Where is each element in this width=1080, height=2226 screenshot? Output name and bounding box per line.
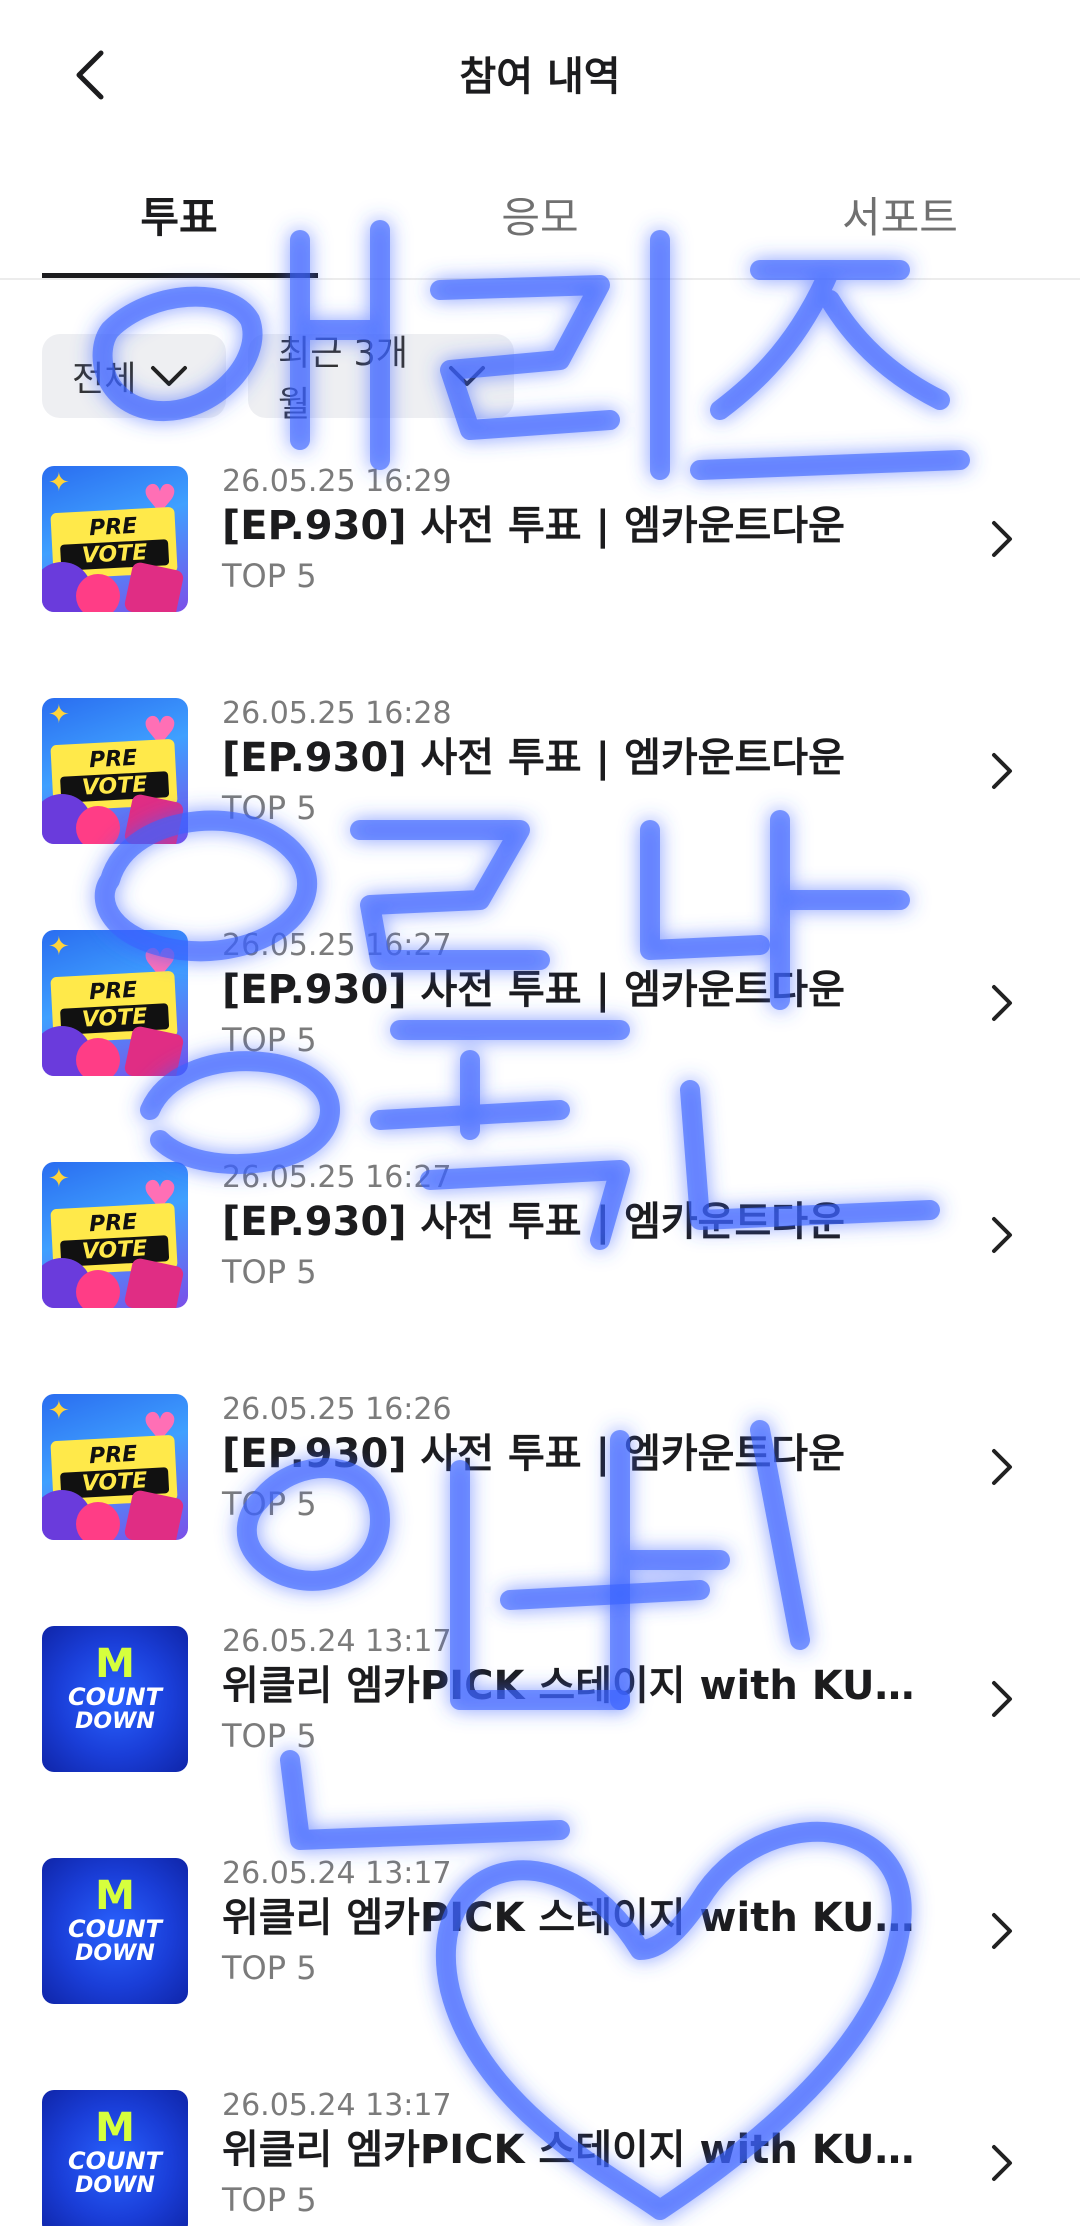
decor-shape xyxy=(76,574,120,612)
tab-apply[interactable]: 응모 xyxy=(405,184,675,245)
countdown-logo-count: COUNT xyxy=(68,2147,162,2175)
chevron-right-icon[interactable] xyxy=(984,1442,1020,1492)
item-title: [EP.930] 사전 투표 | 엠카운트다운 xyxy=(222,503,845,549)
chevron-right-icon[interactable] xyxy=(984,514,1020,564)
item-meta: 26.05.25 16:29 [EP.930] 사전 투표 | 엠카운트다운 TOP… xyxy=(222,464,942,598)
decor-shape xyxy=(76,806,120,844)
prevote-thumbnail: ✦ ♥ PRE VOTE xyxy=(42,698,188,844)
item-meta: 26.05.25 16:28 [EP.930] 사전 투표 | 엠카운트다운 TOP… xyxy=(222,696,942,830)
countdown-thumbnail: M COUNT DOWN xyxy=(42,1858,188,2004)
prevote-thumbnail: ✦ ♥ PRE VOTE xyxy=(42,930,188,1076)
chevron-right-icon[interactable] xyxy=(984,978,1020,1028)
item-date: 26.05.25 16:29 xyxy=(222,464,452,499)
sparkle-icon: ✦ xyxy=(48,1164,70,1194)
countdown-thumbnail: M COUNT DOWN xyxy=(42,1626,188,1772)
item-date: 26.05.24 13:17 xyxy=(222,1856,452,1891)
prevote-thumbnail: ✦ ♥ PRE VOTE xyxy=(42,1162,188,1308)
filter-period-label: 최근 3개월 xyxy=(278,334,408,425)
filter-period-dropdown[interactable]: 최근 3개월 xyxy=(248,334,514,425)
item-title: [EP.930] 사전 투표 | 엠카운트다운 xyxy=(222,1431,845,1477)
item-date: 26.05.25 16:27 xyxy=(222,928,452,963)
chevron-down-icon xyxy=(150,364,188,388)
chevron-right-icon[interactable] xyxy=(984,1210,1020,1260)
sparkle-icon: ✦ xyxy=(48,1396,70,1426)
chevron-down-icon xyxy=(448,364,486,388)
chevron-right-icon[interactable] xyxy=(984,746,1020,796)
item-date: 26.05.25 16:27 xyxy=(222,1160,452,1195)
item-meta: 26.05.24 13:17 위클리 엠카PICK 스테이지 with KURAT… xyxy=(222,2088,942,2222)
countdown-logo-down: DOWN xyxy=(75,2173,155,2198)
countdown-logo-m: M xyxy=(95,1641,135,1687)
item-meta: 26.05.24 13:17 위클리 엠카PICK 스테이지 with KURAT… xyxy=(222,1624,942,1758)
item-title: 위클리 엠카PICK 스테이지 with KURAT... xyxy=(222,2127,942,2173)
item-rank: TOP 5 xyxy=(222,2181,317,2219)
chevron-right-icon[interactable] xyxy=(984,1906,1020,1956)
active-tab-indicator xyxy=(42,273,318,278)
chevron-right-icon[interactable] xyxy=(984,1674,1020,1724)
tab-bar: 투표 응모 서포트 xyxy=(0,160,1080,280)
prevote-thumbnail: ✦ ♥ PRE VOTE xyxy=(42,1394,188,1540)
filter-type-dropdown[interactable]: 전체 xyxy=(42,334,226,418)
filter-type-label: 전체 xyxy=(72,359,137,400)
filter-bar: 전체 최근 3개월 xyxy=(42,334,514,425)
sparkle-icon: ✦ xyxy=(48,700,70,730)
countdown-logo-down: DOWN xyxy=(75,1709,155,1734)
item-rank: TOP 5 xyxy=(222,789,317,827)
prevote-thumbnail: ✦ ♥ PRE VOTE xyxy=(42,466,188,612)
item-rank: TOP 5 xyxy=(222,1253,317,1291)
list-item[interactable]: M COUNT DOWN 26.05.24 13:17 위클리 엠카PICK 스테이지 … xyxy=(0,1856,1080,2006)
item-title: [EP.930] 사전 투표 | 엠카운트다운 xyxy=(222,967,845,1013)
item-title: [EP.930] 사전 투표 | 엠카운트다운 xyxy=(222,735,845,781)
countdown-logo-count: COUNT xyxy=(68,1683,162,1711)
item-rank: TOP 5 xyxy=(222,1485,317,1523)
item-rank: TOP 5 xyxy=(222,557,317,595)
item-meta: 26.05.25 16:27 [EP.930] 사전 투표 | 엠카운트다운 TOP… xyxy=(222,1160,942,1294)
item-date: 26.05.24 13:17 xyxy=(222,1624,452,1659)
page-title: 참여 내역 xyxy=(459,54,621,100)
item-meta: 26.05.25 16:27 [EP.930] 사전 투표 | 엠카운트다운 TOP… xyxy=(222,928,942,1062)
tab-support[interactable]: 서포트 xyxy=(765,184,1035,245)
item-meta: 26.05.24 13:17 위클리 엠카PICK 스테이지 with KURAT… xyxy=(222,1856,942,1990)
countdown-thumbnail: M COUNT DOWN xyxy=(42,2090,188,2226)
list-item[interactable]: ✦ ♥ PRE VOTE 26.05.25 16:29 [EP.930] 사전 투표 | … xyxy=(0,464,1080,614)
item-title: 위클리 엠카PICK 스테이지 with KURAT... xyxy=(222,1895,942,1941)
item-date: 26.05.25 16:26 xyxy=(222,1392,452,1427)
item-date: 26.05.25 16:28 xyxy=(222,696,452,731)
list-item[interactable]: ✦ ♥ PRE VOTE 26.05.25 16:27 [EP.930] 사전 투표 | … xyxy=(0,928,1080,1078)
list-item[interactable]: ✦ ♥ PRE VOTE 26.05.25 16:26 [EP.930] 사전 투표 | … xyxy=(0,1392,1080,1542)
tab-vote[interactable]: 투표 xyxy=(44,184,314,245)
countdown-logo-count: COUNT xyxy=(68,1915,162,1943)
decor-shape xyxy=(76,1270,120,1308)
item-title: 위클리 엠카PICK 스테이지 with KURAT... xyxy=(222,1663,942,1709)
chevron-right-icon[interactable] xyxy=(984,2138,1020,2188)
item-rank: TOP 5 xyxy=(222,1717,317,1755)
item-date: 26.05.24 13:17 xyxy=(222,2088,452,2123)
sparkle-icon: ✦ xyxy=(48,932,70,962)
item-rank: TOP 5 xyxy=(222,1949,317,1987)
list-item[interactable]: ✦ ♥ PRE VOTE 26.05.25 16:28 [EP.930] 사전 투표 | … xyxy=(0,696,1080,846)
item-rank: TOP 5 xyxy=(222,1021,317,1059)
decor-shape xyxy=(76,1502,120,1540)
app-header: 참여 내역 xyxy=(0,0,1080,150)
countdown-logo-m: M xyxy=(95,2105,135,2151)
sparkle-icon: ✦ xyxy=(48,468,70,498)
item-title: [EP.930] 사전 투표 | 엠카운트다운 xyxy=(222,1199,845,1245)
list-item[interactable]: M COUNT DOWN 26.05.24 13:17 위클리 엠카PICK 스테이지 … xyxy=(0,1624,1080,1774)
list-item[interactable]: M COUNT DOWN 26.05.24 13:17 위클리 엠카PICK 스테이지 … xyxy=(0,2088,1080,2226)
item-meta: 26.05.25 16:26 [EP.930] 사전 투표 | 엠카운트다운 TOP… xyxy=(222,1392,942,1526)
decor-shape xyxy=(76,1038,120,1076)
countdown-logo-m: M xyxy=(95,1873,135,1919)
countdown-logo-down: DOWN xyxy=(75,1941,155,1966)
list-item[interactable]: ✦ ♥ PRE VOTE 26.05.25 16:27 [EP.930] 사전 투표 | … xyxy=(0,1160,1080,1310)
